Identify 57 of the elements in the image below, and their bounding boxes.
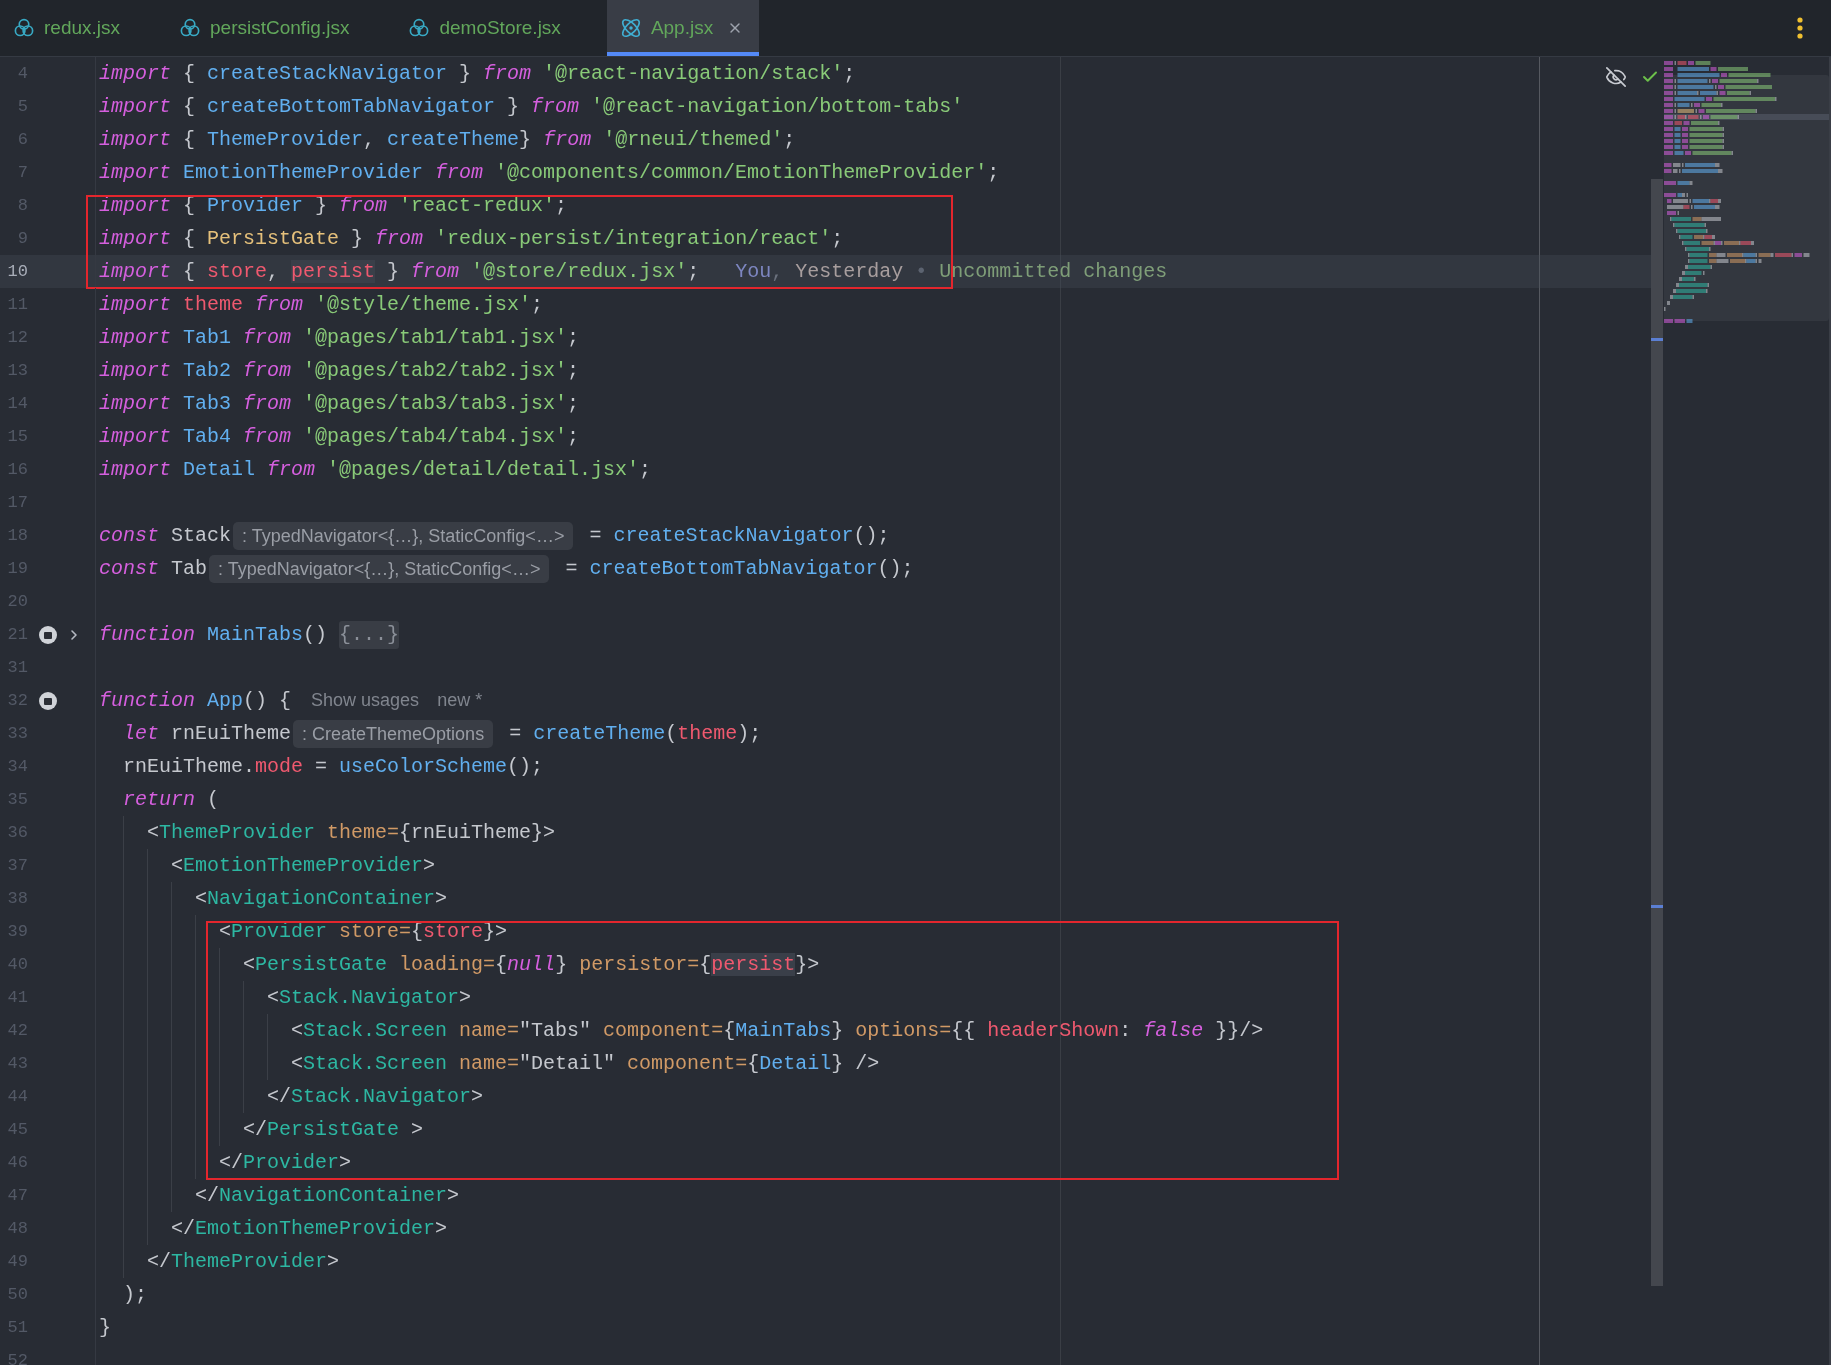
code-text: );	[122, 1281, 147, 1308]
file-tab[interactable]: redux.jsx	[0, 0, 167, 56]
code-text: <Stack.Screen name="Detail" component={Detail} />	[290, 1050, 880, 1077]
code-text: <Stack.Navigator>	[266, 984, 472, 1011]
code-text: import { store, persist } from '@store/redux.jsx';	[99, 258, 700, 285]
usages-link[interactable]: Show usages	[311, 690, 420, 711]
code-text: return (	[122, 786, 220, 813]
code-text: import Tab1 from '@pages/tab1/tab1.jsx';	[99, 324, 580, 351]
code-text: import Detail from '@pages/detail/detail.jsx';	[99, 456, 652, 483]
code-text: function MainTabs()	[99, 621, 329, 648]
code-text: }	[99, 1314, 111, 1341]
type-hint: : TypedNavigator<{…}, StaticConfig<…>	[209, 554, 550, 583]
code-text: import theme from '@style/theme.jsx';	[99, 291, 544, 318]
code-text: import { createBottomTabNavigator } from '@react-navigation/bottom-tabs'	[99, 93, 964, 120]
code-text: <Stack.Screen name="Tabs" component={MainTabs} options={{ headerShown: false }}/>	[290, 1017, 1264, 1044]
file-tab[interactable]: demoStore.jsx	[395, 0, 607, 56]
code-text: import EmotionThemeProvider from '@components/common/EmotionThemeProvider';	[99, 159, 1000, 186]
code-text: </Provider>	[218, 1149, 352, 1176]
code-text: <ThemeProvider theme={rnEuiTheme}>	[146, 819, 556, 846]
crossed-eye-icon[interactable]	[1605, 66, 1627, 88]
code-text: import Tab4 from '@pages/tab4/tab4.jsx';	[99, 423, 580, 450]
rings-icon	[408, 17, 431, 39]
code-text: <EmotionThemeProvider>	[170, 852, 436, 879]
code-text: = createBottomTabNavigator();	[564, 555, 914, 582]
code-text: import { PersistGate } from 'redux-persist/integration/react';	[99, 225, 844, 252]
code-text: import { ThemeProvider, createTheme} from '@rneui/themed';	[99, 126, 796, 153]
vcs-status-hint: new *	[437, 690, 483, 711]
rings-icon	[179, 17, 202, 39]
code-text: </ThemeProvider>	[146, 1248, 340, 1275]
code-text: let rnEuiTheme	[122, 720, 292, 747]
code-text: <PersistGate loading={null} persistor={persist}>	[242, 951, 820, 978]
type-hint: : CreateThemeOptions	[293, 719, 494, 748]
code-text: const Stack	[99, 522, 232, 549]
folded-code[interactable]: {...}	[339, 620, 400, 649]
more-menu-icon[interactable]	[1797, 17, 1803, 39]
code-text: import Tab3 from '@pages/tab3/tab3.jsx';	[99, 390, 580, 417]
code-text: rnEuiTheme.mode = useColorScheme();	[122, 753, 544, 780]
marker-icon	[1651, 338, 1663, 341]
file-tab[interactable]: App.jsx	[606, 0, 760, 56]
code-text: function App() {	[99, 687, 292, 714]
code-text: </EmotionThemeProvider>	[170, 1215, 448, 1242]
scrollbar[interactable]	[1651, 179, 1663, 1286]
code-text: </NavigationContainer>	[194, 1182, 460, 1209]
file-tab[interactable]: persistConfig.jsx	[166, 0, 396, 56]
code-text: </PersistGate >	[242, 1116, 424, 1143]
code-text: const Tab	[99, 555, 208, 582]
rings-icon	[13, 17, 35, 39]
code-text: import { createStackNavigator } from '@react-navigation/stack';	[99, 60, 856, 87]
code-text: <NavigationContainer>	[194, 885, 448, 912]
line-number: 10	[7, 260, 28, 283]
code-text: = createStackNavigator();	[588, 522, 890, 549]
code-text: </Stack.Navigator>	[266, 1083, 484, 1110]
marker-icon	[1651, 905, 1663, 908]
type-hint: : TypedNavigator<{…}, StaticConfig<…>	[233, 521, 574, 550]
code-text: = createTheme(theme);	[508, 720, 762, 747]
code-text: import Tab2 from '@pages/tab2/tab2.jsx';	[99, 357, 580, 384]
atom-icon	[619, 17, 642, 39]
